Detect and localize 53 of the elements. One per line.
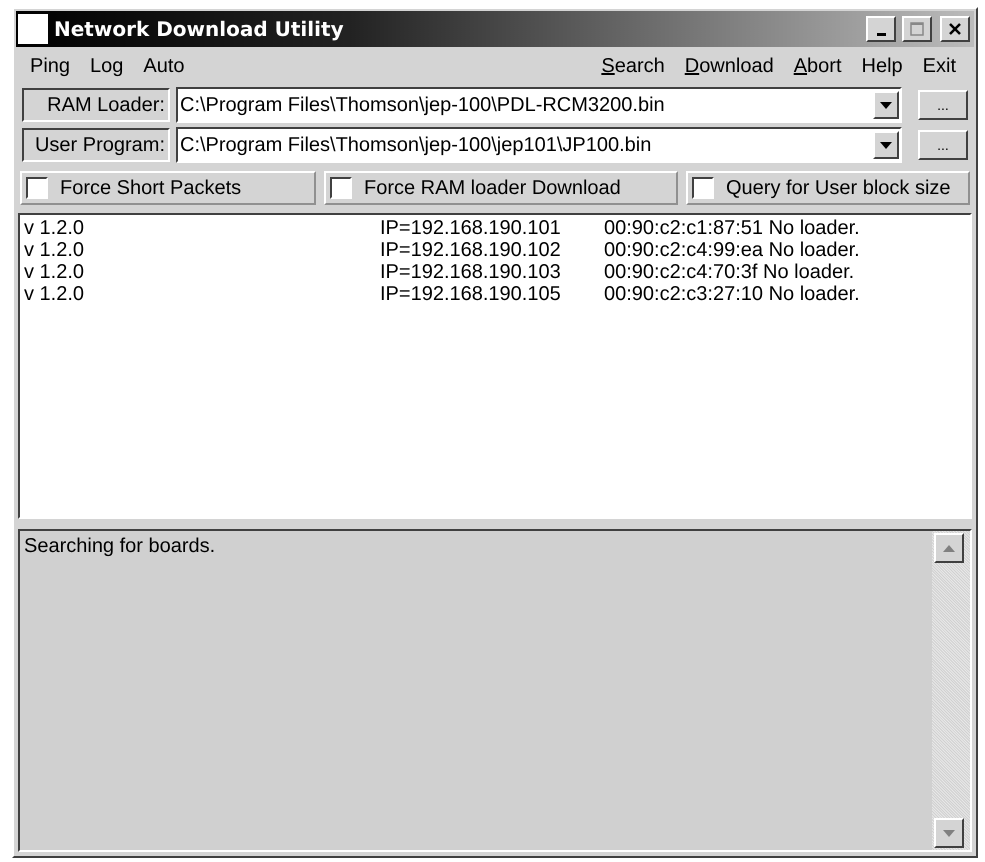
scroll-up-button[interactable]	[934, 533, 964, 563]
checkbox[interactable]	[26, 177, 48, 199]
info-cell-text: 00:90:c2:c3:27:10 No loader.	[604, 283, 861, 305]
dropdown-button[interactable]	[873, 131, 899, 159]
scroll-down-button[interactable]	[934, 818, 964, 848]
minimize-button[interactable]	[866, 16, 896, 42]
info-cell-text: 00:90:c2:c4:70:3f No loader.	[604, 261, 856, 283]
ip-cell-text: IP=192.168.190.101	[380, 217, 562, 239]
menu-item[interactable]: Ping	[22, 54, 82, 78]
version-cell-text: v 1.2.0	[24, 261, 86, 283]
option-checkbox[interactable]: Force Short Packets	[20, 171, 316, 205]
field-label: User Program:	[22, 128, 170, 162]
ip-cell-text: IP=192.168.190.102	[380, 239, 562, 261]
menu-item[interactable]: Abort	[786, 54, 854, 78]
close-button[interactable]	[940, 16, 970, 42]
caret-icon	[880, 102, 892, 108]
option-checkbox[interactable]: Force RAM loader Download	[324, 171, 678, 205]
file-path-combo[interactable]: C:\Program Files\Thomson\jep-100\PDL-RCM3200.bin	[176, 87, 902, 123]
version-cell-text: v 1.2.0	[24, 283, 86, 305]
checkbox[interactable]	[330, 177, 352, 199]
menu-item[interactable]: Help	[854, 54, 915, 78]
window-title: Network Download Utility	[54, 17, 345, 41]
scroll-up-icon	[943, 544, 955, 552]
info-cell-text: 00:90:c2:c4:99:ea No loader.	[604, 239, 861, 261]
menu-item[interactable]: Log	[82, 54, 136, 78]
log-text: Searching for boards.	[23, 534, 216, 559]
ip-cell-text: IP=192.168.190.105	[380, 283, 562, 305]
scrollbar[interactable]	[932, 531, 970, 850]
option-checkbox[interactable]: Query for User block size	[686, 171, 970, 205]
menu-item[interactable]: Search	[593, 54, 677, 78]
option-label: Force Short Packets	[60, 176, 242, 200]
option-label: Force RAM loader Download	[364, 176, 621, 200]
browse-button[interactable]: ...	[918, 130, 968, 160]
info-cell-text: 00:90:c2:c1:87:51 No loader.	[604, 217, 861, 239]
menu-item[interactable]: Auto	[135, 54, 197, 78]
scroll-down-icon	[943, 830, 955, 836]
field-label: RAM Loader:	[22, 88, 170, 122]
ip-cell-text: IP=192.168.190.103	[380, 261, 562, 283]
menu-item[interactable]: Download	[676, 54, 786, 78]
close-icon	[948, 22, 962, 36]
dropdown-button[interactable]	[873, 91, 899, 119]
minimize-icon	[876, 32, 886, 36]
menu-item[interactable]: Exit	[914, 54, 968, 78]
checkbox[interactable]	[692, 177, 714, 199]
app-icon	[18, 14, 48, 44]
version-cell-text: v 1.2.0	[24, 239, 86, 261]
option-label: Query for User block size	[726, 176, 951, 200]
browse-button[interactable]: ...	[918, 90, 968, 120]
caret-icon	[880, 142, 892, 148]
maximize-icon	[910, 22, 924, 36]
version-cell-text: v 1.2.0	[24, 217, 86, 239]
maximize-button[interactable]	[902, 16, 932, 42]
file-path-combo[interactable]: C:\Program Files\Thomson\jep-100\jep101\JP100.bin	[176, 127, 902, 163]
